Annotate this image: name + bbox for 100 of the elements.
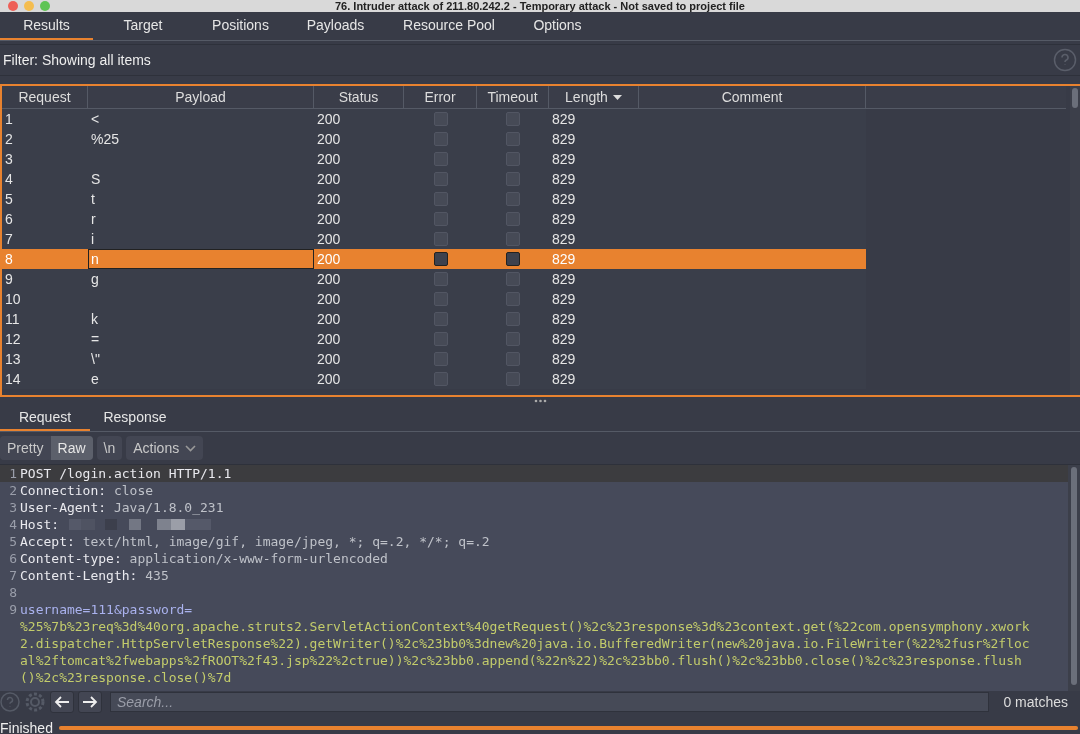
column-header[interactable]: Status <box>314 86 404 109</box>
checkbox[interactable] <box>506 212 520 226</box>
column-header[interactable]: Request <box>2 86 88 109</box>
checkbox[interactable] <box>506 332 520 346</box>
checkbox[interactable] <box>506 252 520 266</box>
checkbox[interactable] <box>506 372 520 386</box>
column-header[interactable]: Length <box>549 86 639 109</box>
checkbox[interactable] <box>433 112 448 126</box>
table-cell-text: S <box>90 170 102 189</box>
splitter-handle-icon[interactable] <box>533 397 547 405</box>
minimize-window-icon[interactable] <box>24 1 34 11</box>
checkbox[interactable] <box>433 212 448 226</box>
table-cell-text: 829 <box>551 170 577 189</box>
table-cell-text: 8 <box>4 250 14 269</box>
checkbox[interactable] <box>506 292 520 306</box>
column-header[interactable]: Error <box>404 86 477 109</box>
header-line: User-Agent: Java/1.8.0_231 <box>20 499 224 516</box>
forward-button[interactable] <box>78 691 102 713</box>
table-cell-text: = <box>90 330 101 349</box>
checkbox[interactable] <box>506 272 520 286</box>
view-toggle[interactable]: Raw <box>50 436 93 460</box>
table-cell-text: 200 <box>316 110 342 129</box>
checkbox[interactable] <box>506 132 520 146</box>
newline-toggle-button[interactable]: \n <box>96 436 123 460</box>
help-icon[interactable] <box>0 692 20 712</box>
table-cell-text: r <box>90 210 97 229</box>
table-cell-text: 829 <box>551 130 577 149</box>
tab[interactable]: Response <box>90 405 180 431</box>
table-cell-text: 13 <box>4 350 22 369</box>
close-window-icon[interactable] <box>8 1 18 11</box>
table-cell-text: 200 <box>316 210 342 229</box>
checkbox[interactable] <box>433 172 448 186</box>
checkbox[interactable] <box>433 312 448 326</box>
checkbox[interactable] <box>433 252 448 266</box>
line-number: 3 <box>8 499 18 516</box>
table-cell-text: 7 <box>4 230 14 249</box>
checkbox[interactable] <box>433 192 448 206</box>
table-cell-text: 9 <box>4 270 14 289</box>
checkbox[interactable] <box>433 272 448 286</box>
scrollbar-thumb[interactable] <box>1072 88 1078 108</box>
line-number: 5 <box>8 533 18 550</box>
table-cell-text: t <box>90 190 96 209</box>
line-number: 4 <box>8 516 18 533</box>
scrollbar-thumb[interactable] <box>1071 467 1077 685</box>
tab[interactable]: Resource Pool <box>383 12 515 40</box>
filter-label[interactable]: Filter: Showing all items <box>0 52 1053 68</box>
header-line: Accept: text/html, image/gif, image/jpeg, *; q=.2, */*; q=.2 <box>20 533 490 550</box>
filter-bar[interactable]: Filter: Showing all items <box>0 44 1080 76</box>
tab[interactable]: Results <box>0 12 93 40</box>
checkbox[interactable] <box>433 232 448 246</box>
back-button[interactable] <box>50 691 74 713</box>
checkbox[interactable] <box>433 352 448 366</box>
table-cell-text: 200 <box>316 170 342 189</box>
table-cell-text: < <box>90 110 101 129</box>
table-cell-text: 14 <box>4 370 22 389</box>
help-icon[interactable] <box>1053 48 1077 72</box>
header-name: Host: <box>20 516 60 533</box>
table-cell-text: 829 <box>551 110 577 129</box>
line-number: 1 <box>8 465 18 482</box>
arrow-left-icon <box>54 694 70 710</box>
checkbox[interactable] <box>506 112 520 126</box>
tab[interactable]: Options <box>515 12 600 40</box>
line-number: 8 <box>8 584 18 601</box>
table-cell-text: k <box>90 310 99 329</box>
checkbox[interactable] <box>433 332 448 346</box>
table-cell-text: 829 <box>551 230 577 249</box>
column-header[interactable]: Payload <box>88 86 314 109</box>
table-cell-text: 200 <box>316 150 342 169</box>
checkbox[interactable] <box>506 352 520 366</box>
table-cell-text: 829 <box>551 290 577 309</box>
actions-dropdown[interactable]: Actions <box>126 436 204 460</box>
table-cell-text: e <box>90 370 100 389</box>
arrow-right-icon <box>82 694 98 710</box>
checkbox[interactable] <box>506 232 520 246</box>
tab[interactable]: Target <box>93 12 193 40</box>
column-header[interactable]: Comment <box>639 86 866 109</box>
line-number: 2 <box>8 482 18 499</box>
zoom-window-icon[interactable] <box>40 1 50 11</box>
table-cell-text: 12 <box>4 330 22 349</box>
tab[interactable]: Request <box>0 405 90 431</box>
table-cell-text: 200 <box>316 250 342 269</box>
checkbox[interactable] <box>433 372 448 386</box>
checkbox[interactable] <box>433 152 448 166</box>
header-line: Connection: close <box>20 482 154 499</box>
table-cell-text: 829 <box>551 150 577 169</box>
checkbox[interactable] <box>433 132 448 146</box>
checkbox[interactable] <box>506 172 520 186</box>
checkbox[interactable] <box>506 312 520 326</box>
table-cell-text: \" <box>90 350 101 369</box>
tab[interactable]: Payloads <box>288 12 383 40</box>
table-cell-text: 829 <box>551 310 577 329</box>
table-cell-text: 829 <box>551 330 577 349</box>
tab[interactable]: Positions <box>193 12 288 40</box>
search-field[interactable]: Search... <box>110 692 990 712</box>
column-header[interactable]: Timeout <box>477 86 549 109</box>
line-number: 7 <box>8 567 18 584</box>
checkbox[interactable] <box>433 292 448 306</box>
checkbox[interactable] <box>506 192 520 206</box>
checkbox[interactable] <box>506 152 520 166</box>
sort-descending-icon[interactable] <box>612 94 622 100</box>
